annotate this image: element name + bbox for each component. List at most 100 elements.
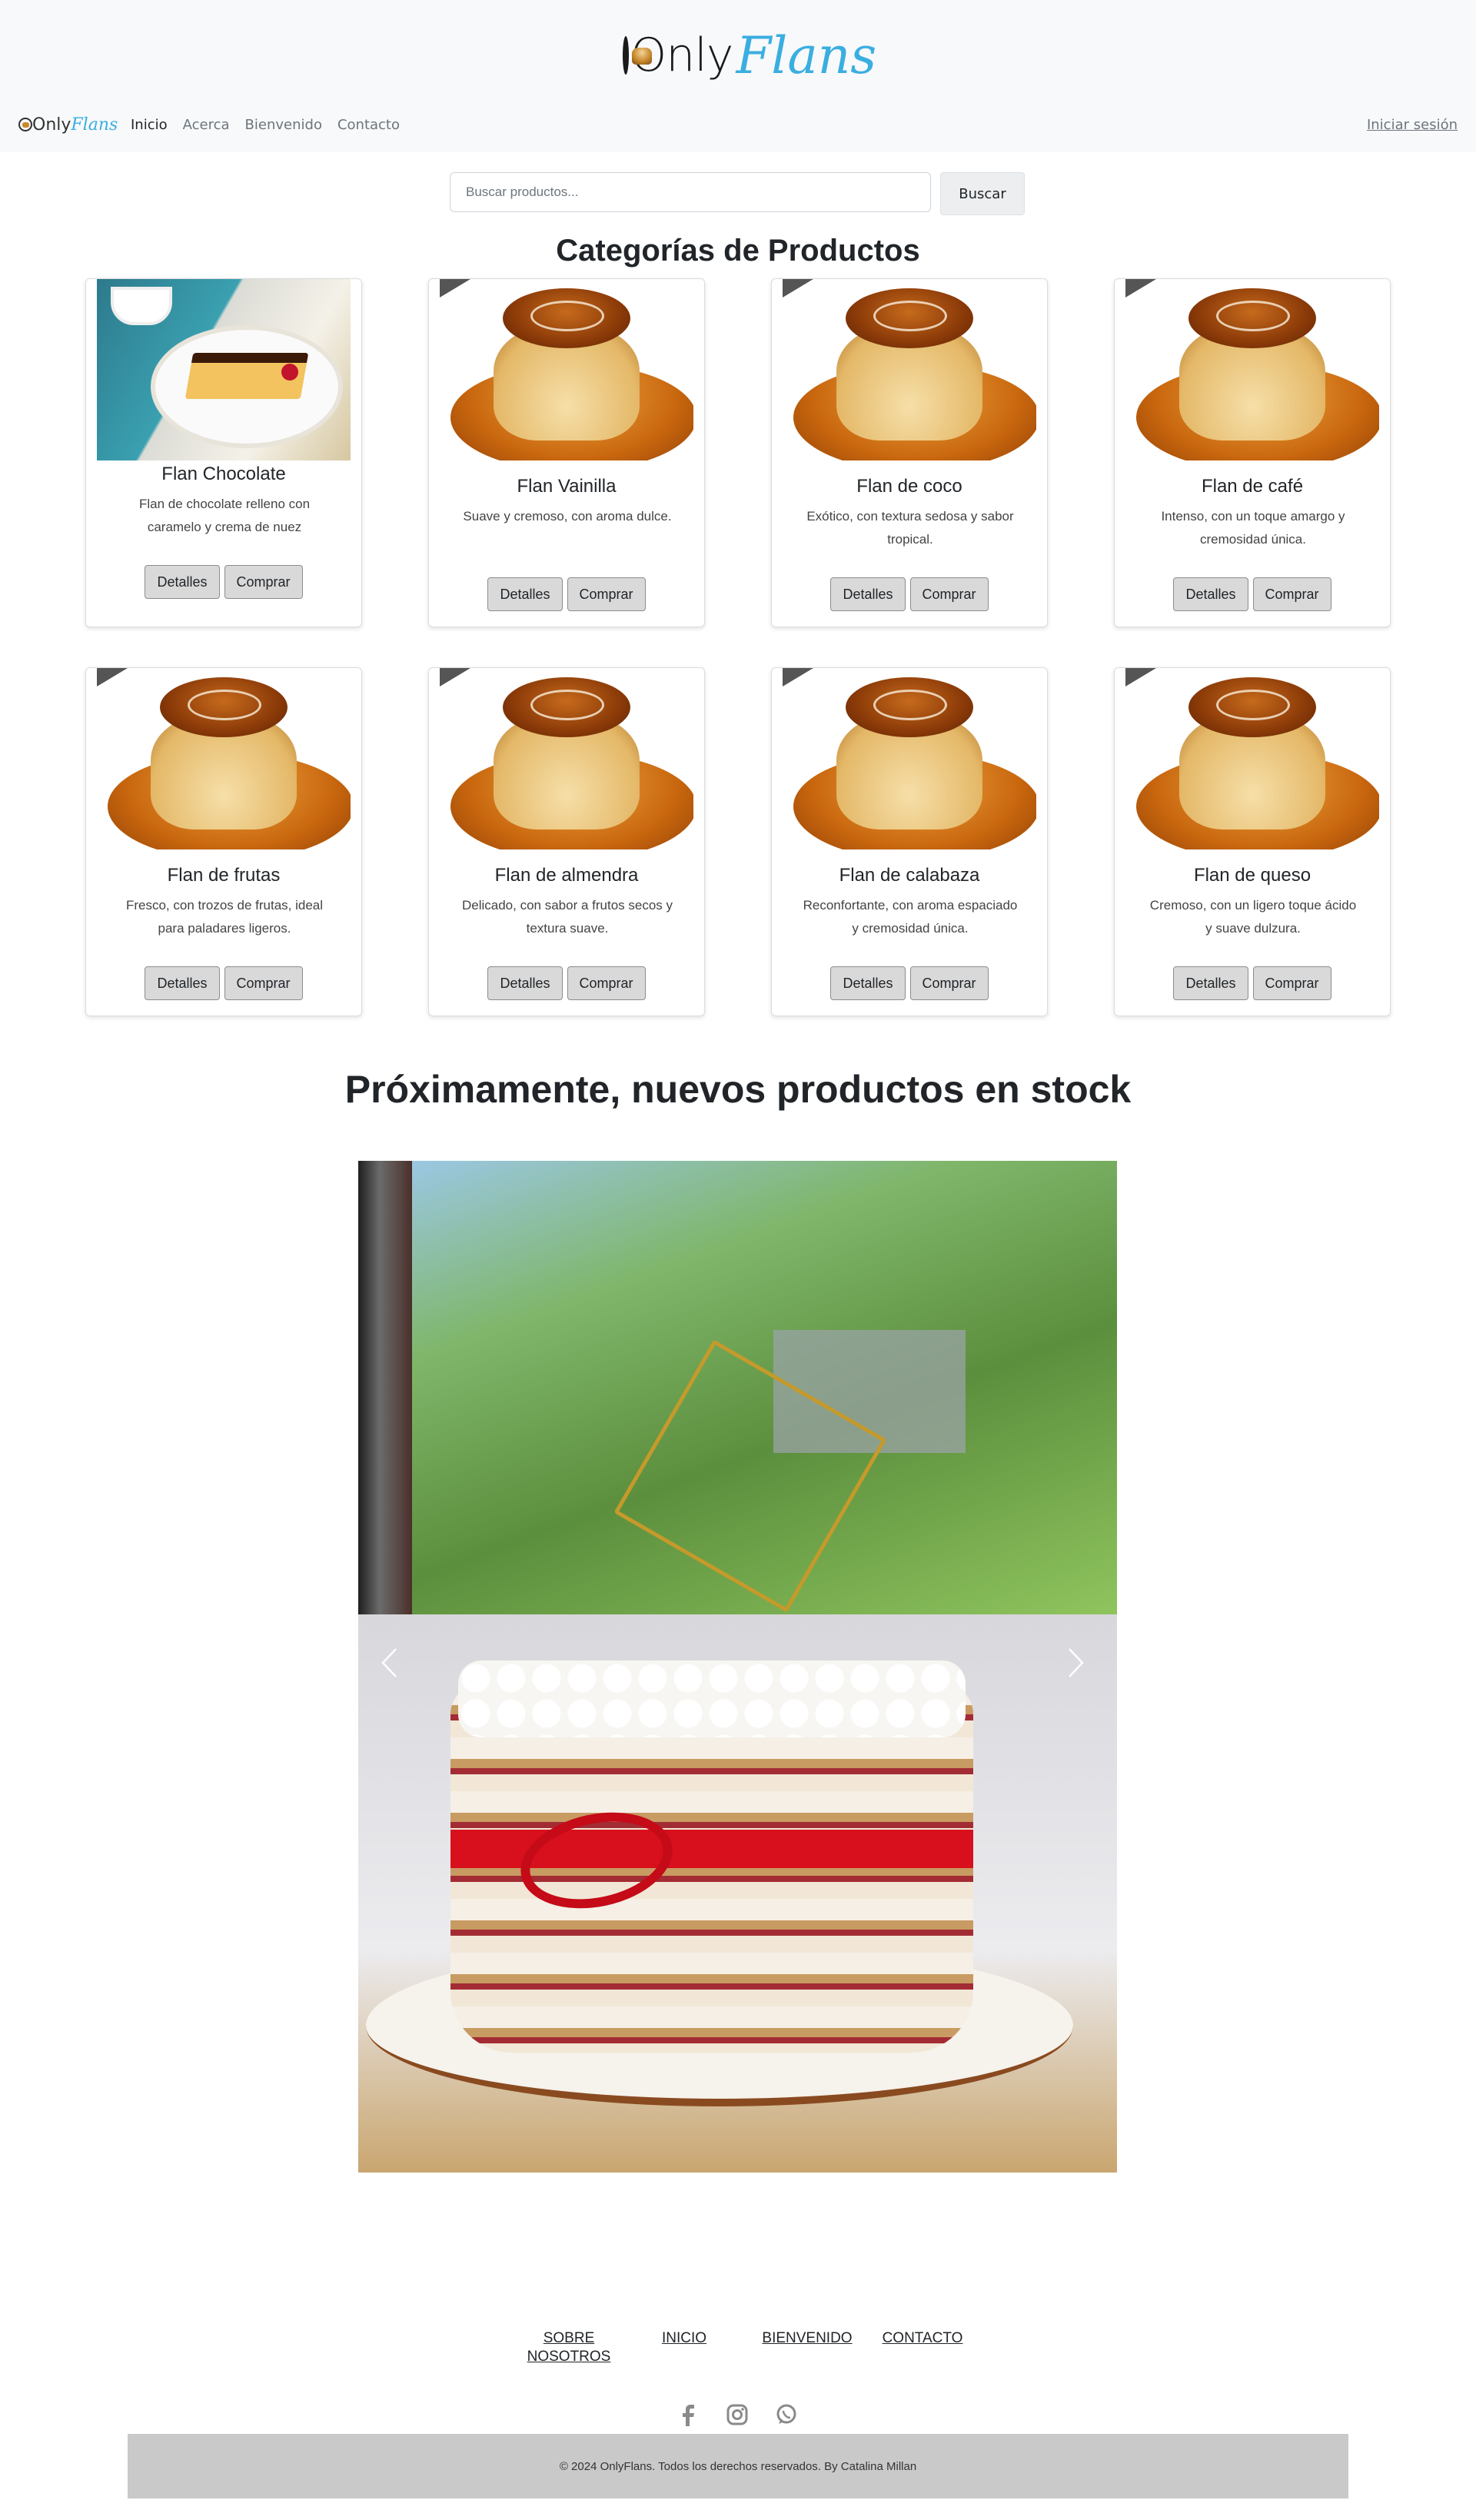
cream-swirl (530, 301, 604, 331)
product-image-flan (440, 279, 693, 460)
carousel-prev-button[interactable] (358, 1161, 420, 2173)
footer-link-welcome[interactable]: BIENVENIDO (753, 2329, 861, 2348)
categories-title: Categorías de Productos (556, 234, 920, 268)
product-actions: Detalles Comprar (429, 577, 704, 611)
product-card: Flan de coco Exótico, con textura sedosa… (771, 278, 1048, 627)
product-desc: Fresco, con trozos de frutas, ideal para… (125, 898, 324, 936)
product-name: Flan Chocolate (161, 464, 286, 484)
product-image-flan (783, 668, 1036, 849)
product-actions: Detalles Comprar (86, 966, 361, 1000)
buy-button[interactable]: Comprar (567, 577, 646, 611)
product-image-flan (1125, 668, 1379, 849)
image-corner (1125, 668, 1156, 687)
search-bar: Buscar (450, 172, 1025, 215)
product-card: Flan de queso Cremoso, con un ligero toq… (1114, 667, 1391, 1016)
details-button[interactable]: Detalles (1173, 577, 1248, 611)
product-name: Flan de café (1201, 476, 1304, 497)
carousel-slide-cake (358, 1614, 1117, 2173)
image-corner (440, 279, 470, 298)
buy-button[interactable]: Comprar (909, 577, 989, 611)
details-button[interactable]: Detalles (145, 966, 220, 1000)
search-input[interactable] (450, 172, 931, 212)
instagram-icon[interactable] (726, 2403, 749, 2426)
product-card: Flan de calabaza Reconfortante, con arom… (771, 667, 1048, 1016)
nav-link-bienvenido[interactable]: Bienvenido (245, 117, 322, 133)
footer-link-home[interactable]: INICIO (638, 2329, 730, 2348)
product-image-flan (783, 279, 1036, 460)
product-image-flan-chocolate (97, 279, 351, 460)
nav-links: Inicio Acerca Bienvenido Contacto (131, 109, 400, 140)
brand-flans-text: Flans (736, 25, 877, 85)
product-actions: Detalles Comprar (1115, 577, 1390, 611)
cream-swirl (873, 690, 947, 720)
footer-link-contact[interactable]: CONTACTO (876, 2329, 969, 2348)
product-actions: Detalles Comprar (86, 565, 361, 599)
product-desc: Reconfortante, con aroma espaciado y cre… (803, 898, 1018, 936)
product-desc: Flan de chocolate relleno con caramelo y… (138, 497, 311, 534)
image-corner (97, 668, 128, 687)
product-desc: Cremoso, con un ligero toque ácido y sua… (1149, 898, 1357, 936)
product-actions: Detalles Comprar (772, 966, 1047, 1000)
product-card: Flan Vainilla Suave y cremoso, con aroma… (428, 278, 705, 627)
product-image-flan (440, 668, 693, 849)
brand-logo-large[interactable]: Only Flans (623, 17, 876, 94)
main-navbar: Only Flans Inicio Acerca Bienvenido Cont… (0, 109, 1476, 140)
product-name: Flan de queso (1193, 865, 1311, 886)
product-card: Flan de frutas Fresco, con trozos de fru… (85, 667, 362, 1016)
coffee-cup (111, 287, 172, 325)
chevron-left-icon (381, 1647, 397, 1686)
nav-link-inicio[interactable]: Inicio (131, 117, 168, 133)
chevron-right-icon (1068, 1647, 1085, 1686)
brand-logo-small[interactable]: Only Flans (18, 109, 118, 140)
cream-swirl (530, 690, 604, 720)
buy-button[interactable]: Comprar (909, 966, 989, 1000)
facebook-icon[interactable] (676, 2403, 700, 2426)
nav-link-acerca[interactable]: Acerca (183, 117, 230, 133)
image-corner (783, 668, 813, 687)
buy-button[interactable]: Comprar (224, 966, 303, 1000)
login-link[interactable]: Iniciar sesión (1367, 109, 1458, 140)
product-actions: Detalles Comprar (429, 966, 704, 1000)
product-image-flan (97, 668, 351, 849)
details-button[interactable]: Detalles (487, 966, 563, 1000)
product-card: Flan de almendra Delicado, con sabor a f… (428, 667, 705, 1016)
cream-swirl (873, 301, 947, 331)
image-corner (440, 668, 470, 687)
image-corner (1125, 279, 1156, 298)
product-desc: Delicado, con sabor a frutos secos y tex… (461, 898, 673, 936)
footer-link-about[interactable]: SOBRE NOSOTROS (507, 2329, 630, 2366)
buy-button[interactable]: Comprar (224, 565, 303, 599)
product-card: Flan de café Intenso, con un toque amarg… (1114, 278, 1391, 627)
product-name: Flan Vainilla (517, 476, 617, 497)
details-button[interactable]: Detalles (487, 577, 563, 611)
footer-links: SOBRE NOSOTROS INICIO BIENVENIDO CONTACT… (492, 2326, 984, 2372)
search-button[interactable]: Buscar (940, 172, 1025, 215)
details-button[interactable]: Detalles (830, 577, 906, 611)
whatsapp-icon[interactable] (775, 2403, 798, 2426)
product-name: Flan de almendra (494, 865, 639, 886)
berry (281, 364, 298, 381)
social-links (676, 2403, 798, 2426)
buy-button[interactable]: Comprar (1252, 577, 1331, 611)
buy-button[interactable]: Comprar (567, 966, 646, 1000)
product-desc: Intenso, con un toque amargo y cremosida… (1161, 509, 1345, 547)
product-carousel[interactable] (358, 1161, 1117, 2173)
product-desc: Exótico, con textura sedosa y sabor trop… (806, 509, 1014, 547)
site-header: Only Flans Only Flans Inicio Acerca Bien… (0, 0, 1476, 152)
cream-swirl (1216, 301, 1290, 331)
product-desc: Suave y cremoso, con aroma dulce. (463, 509, 672, 524)
details-button[interactable]: Detalles (145, 565, 220, 599)
copyright-bar: © 2024 OnlyFlans. Todos los derechos res… (128, 2434, 1348, 2498)
product-card: Flan Chocolate Flan de chocolate relleno… (85, 278, 362, 627)
nav-link-contacto[interactable]: Contacto (337, 117, 400, 133)
product-name: Flan de frutas (167, 865, 281, 886)
details-button[interactable]: Detalles (1173, 966, 1248, 1000)
carousel-next-button[interactable] (1046, 1161, 1107, 2173)
cake-meringue-top (458, 1661, 966, 1737)
buy-button[interactable]: Comprar (1252, 966, 1331, 1000)
product-actions: Detalles Comprar (1115, 966, 1390, 1000)
cream-swirl (188, 690, 261, 720)
flan-logo-icon (623, 36, 652, 75)
details-button[interactable]: Detalles (830, 966, 906, 1000)
product-name: Flan de coco (856, 476, 962, 497)
